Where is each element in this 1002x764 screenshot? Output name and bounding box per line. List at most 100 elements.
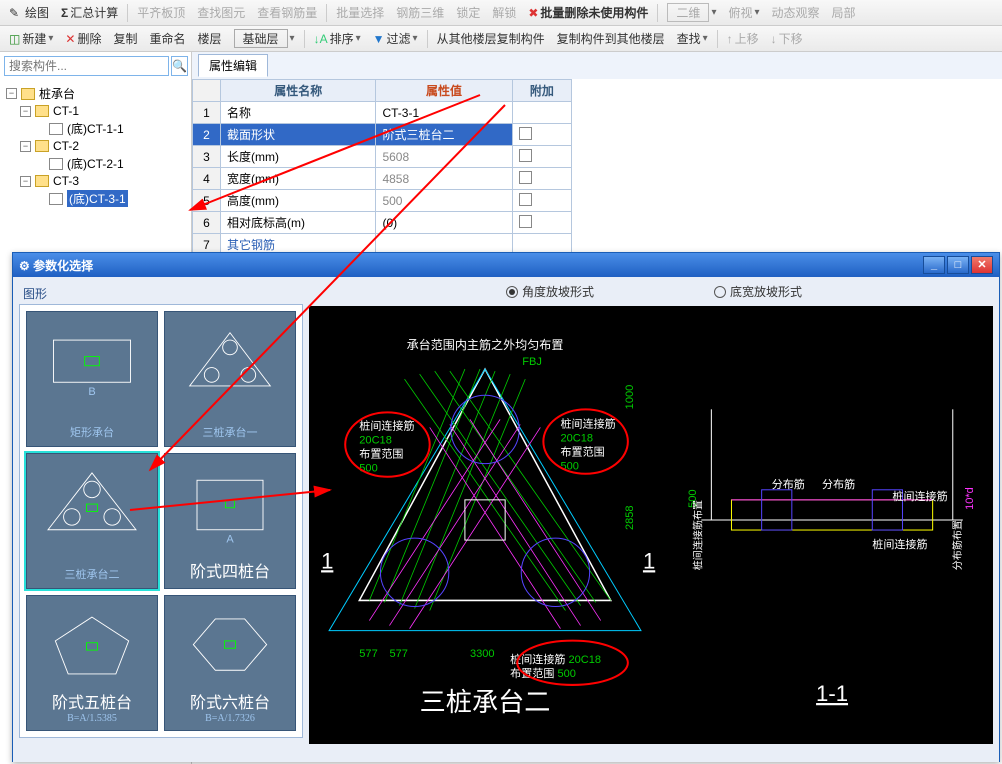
dialog-icon: ⚙ bbox=[19, 259, 30, 273]
btn-dynview[interactable]: 动态观察 bbox=[769, 3, 823, 22]
svg-text:布置范围: 布置范围 bbox=[560, 445, 604, 459]
btn-find[interactable]: 查找图元 bbox=[194, 3, 248, 22]
search-button[interactable]: 🔍 bbox=[171, 56, 188, 76]
toolbar-second: ◫新建▾ ✕删除 复制 重命名 楼层 基础层▾ ↓A排序▾ ▼过滤▾ 从其他楼层… bbox=[0, 26, 1002, 52]
tree-ct3-1[interactable]: (底)CT-3-1 bbox=[67, 190, 128, 207]
parametric-select-dialog: ⚙ 参数化选择 _ □ ✕ 图形 B 矩形承台 bbox=[12, 252, 1000, 762]
tree-ct1[interactable]: CT-1 bbox=[53, 104, 79, 118]
shape-grid: B 矩形承台 三桩承台一 bbox=[19, 304, 303, 738]
svg-text:桩间连接筋: 桩间连接筋 bbox=[892, 489, 947, 503]
btn-lock[interactable]: 锁定 bbox=[453, 3, 483, 22]
btn-copy[interactable]: 复制 bbox=[110, 29, 140, 48]
svg-text:3300: 3300 bbox=[470, 648, 495, 660]
checkbox[interactable] bbox=[519, 193, 532, 206]
col-prop-name: 属性名称 bbox=[221, 80, 376, 102]
cell-elev[interactable]: (0) bbox=[376, 212, 512, 234]
preview-canvas[interactable]: 承台范围内主筋之外均匀布置 FBJ 桩间连接筋 20C18 布置范围 500 桩… bbox=[309, 306, 993, 744]
btn-rebar3d[interactable]: 钢筋三维 bbox=[393, 3, 447, 22]
svg-text:布置范围: 布置范围 bbox=[359, 447, 403, 461]
property-table: 属性名称 属性值 附加 1名称CT-3-1 2截面形状阶式三桩台二 3长度(mm… bbox=[192, 79, 572, 278]
btn-rename[interactable]: 重命名 bbox=[146, 29, 188, 48]
svg-text:577: 577 bbox=[359, 648, 377, 660]
btn-copyfrom[interactable]: 从其他楼层复制构件 bbox=[434, 29, 548, 48]
radio-width[interactable]: 底宽放坡形式 bbox=[714, 283, 802, 300]
checkbox[interactable] bbox=[519, 127, 532, 140]
btn-unlock[interactable]: 解锁 bbox=[489, 3, 519, 22]
svg-text:桩间连接筋布置: 桩间连接筋布置 bbox=[691, 500, 704, 570]
svg-text:20C18: 20C18 bbox=[560, 433, 593, 445]
cell-name[interactable]: CT-3-1 bbox=[376, 102, 512, 124]
btn-batchsel[interactable]: 批量选择 bbox=[333, 3, 387, 22]
view-mode-select[interactable]: 二维▾ bbox=[664, 2, 719, 23]
radio-row: 角度放坡形式 底宽放坡形式 bbox=[309, 277, 999, 306]
tree-ct3[interactable]: CT-3 bbox=[53, 174, 79, 188]
cell-height[interactable]: 500 bbox=[376, 190, 512, 212]
shape-step5[interactable]: 阶式五桩台 B=A/1.5385 bbox=[26, 595, 158, 731]
shape-step4[interactable]: A 阶式四桩台 bbox=[164, 453, 296, 589]
btn-copyto[interactable]: 复制构件到其他楼层 bbox=[554, 29, 668, 48]
property-tabbar: 属性编辑 bbox=[192, 52, 1002, 79]
btn-sumcalc[interactable]: Σ汇总计算 bbox=[58, 3, 121, 22]
btn-draw[interactable]: ✎绘图 bbox=[6, 3, 52, 22]
btn-sort[interactable]: ↓A排序▾ bbox=[311, 29, 364, 48]
svg-text:B: B bbox=[88, 386, 95, 398]
btn-partial[interactable]: 局部 bbox=[829, 3, 859, 22]
maximize-button[interactable]: □ bbox=[947, 256, 969, 274]
shape-tri2-selected[interactable]: 三桩承台二 bbox=[26, 453, 158, 589]
btn-del[interactable]: ✕删除 bbox=[62, 29, 104, 48]
svg-text:桩间连接筋: 桩间连接筋 bbox=[872, 537, 927, 551]
btn-birdeye[interactable]: 俯视▾ bbox=[725, 3, 762, 22]
floor-label: 楼层 bbox=[195, 29, 225, 48]
search-input[interactable] bbox=[4, 56, 169, 76]
svg-text:桩间连接筋 20C18: 桩间连接筋 20C18 bbox=[510, 652, 601, 666]
svg-text:分布筋布置: 分布筋布置 bbox=[951, 520, 964, 570]
btn-filter[interactable]: ▼过滤▾ bbox=[370, 29, 421, 48]
groupbox-label: 图形 bbox=[19, 283, 303, 304]
tab-property-edit[interactable]: 属性编辑 bbox=[198, 54, 268, 77]
svg-text:分布筋: 分布筋 bbox=[772, 477, 805, 491]
svg-text:577: 577 bbox=[389, 648, 407, 660]
svg-text:A: A bbox=[226, 534, 234, 546]
btn-find2[interactable]: 查找▾ bbox=[674, 29, 711, 48]
shape-tri1[interactable]: 三桩承台一 bbox=[164, 311, 296, 447]
svg-text:10*d: 10*d bbox=[964, 487, 976, 510]
tree-ct2[interactable]: CT-2 bbox=[53, 139, 79, 153]
svg-text:20C18: 20C18 bbox=[359, 435, 392, 447]
close-button[interactable]: ✕ bbox=[971, 256, 993, 274]
tree-expander[interactable]: − bbox=[6, 88, 17, 99]
layer-select[interactable]: 基础层▾ bbox=[231, 28, 298, 49]
checkbox[interactable] bbox=[519, 171, 532, 184]
tree-expander[interactable]: − bbox=[20, 106, 31, 117]
checkbox[interactable] bbox=[519, 215, 532, 228]
btn-up[interactable]: ↑上移 bbox=[724, 29, 762, 48]
tree-expander[interactable]: − bbox=[20, 141, 31, 152]
btn-viewrebar[interactable]: 查看钢筋量 bbox=[254, 3, 320, 22]
svg-text:分布筋: 分布筋 bbox=[822, 477, 855, 491]
minimize-button[interactable]: _ bbox=[923, 256, 945, 274]
cell-shape[interactable]: 阶式三桩台二 bbox=[376, 124, 512, 146]
cell-width[interactable]: 4858 bbox=[376, 168, 512, 190]
dialog-titlebar[interactable]: ⚙ 参数化选择 _ □ ✕ bbox=[13, 253, 999, 277]
svg-text:三桩承台二: 三桩承台二 bbox=[420, 688, 551, 717]
shape-rect[interactable]: B 矩形承台 bbox=[26, 311, 158, 447]
btn-align[interactable]: 平齐板顶 bbox=[134, 3, 188, 22]
btn-down[interactable]: ↓下移 bbox=[768, 29, 806, 48]
cell-length[interactable]: 5608 bbox=[376, 146, 512, 168]
component-tree[interactable]: −桩承台 −CT-1 (底)CT-1-1 −CT-2 (底)CT-2-1 −CT… bbox=[0, 80, 191, 212]
col-prop-add: 附加 bbox=[512, 80, 571, 102]
btn-new[interactable]: ◫新建▾ bbox=[6, 29, 56, 48]
toolbar-top: ✎绘图 Σ汇总计算 平齐板顶 查找图元 查看钢筋量 批量选择 钢筋三维 锁定 解… bbox=[0, 0, 1002, 26]
tree-ct1-1[interactable]: (底)CT-1-1 bbox=[67, 120, 124, 137]
checkbox[interactable] bbox=[519, 149, 532, 162]
svg-text:FBJ: FBJ bbox=[522, 356, 542, 368]
radio-angle[interactable]: 角度放坡形式 bbox=[506, 283, 594, 300]
svg-text:承台范围内主筋之外均匀布置: 承台范围内主筋之外均匀布置 bbox=[407, 337, 564, 352]
svg-text:1000: 1000 bbox=[624, 385, 636, 410]
btn-batchdel[interactable]: ✖批量删除未使用构件 bbox=[525, 3, 651, 22]
svg-text:1: 1 bbox=[643, 548, 655, 573]
tree-root[interactable]: 桩承台 bbox=[39, 85, 75, 102]
svg-text:1: 1 bbox=[321, 548, 333, 573]
shape-step6[interactable]: 阶式六桩台 B=A/1.7326 bbox=[164, 595, 296, 731]
tree-ct2-1[interactable]: (底)CT-2-1 bbox=[67, 155, 124, 172]
tree-expander[interactable]: − bbox=[20, 176, 31, 187]
